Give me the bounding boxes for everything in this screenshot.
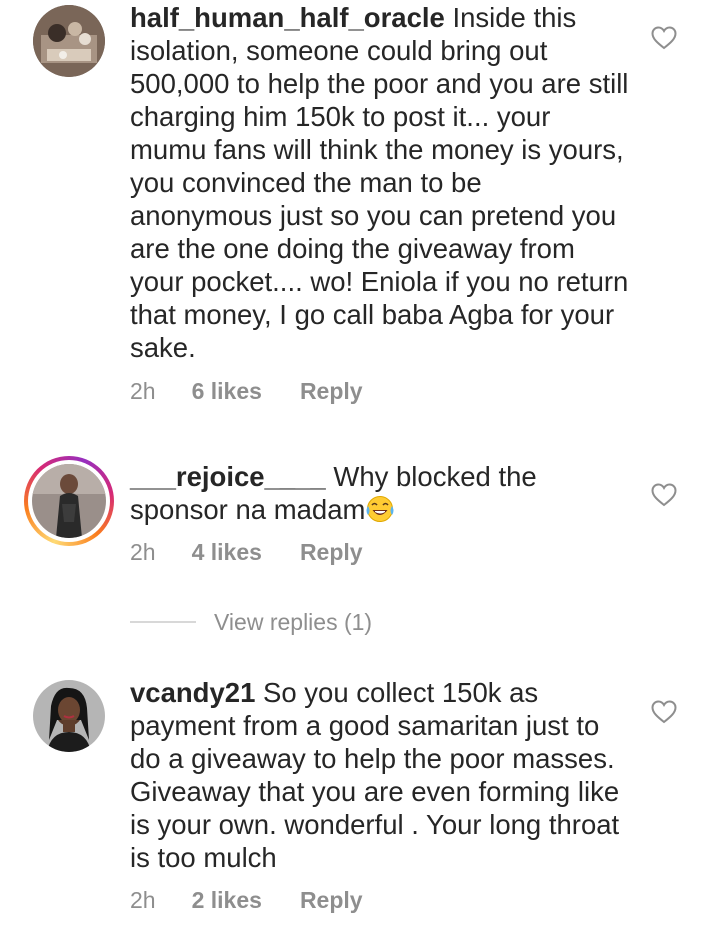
reply-button[interactable]: Reply xyxy=(300,378,363,405)
comment-likes[interactable]: 2 likes xyxy=(192,887,262,914)
avatar[interactable] xyxy=(33,680,105,752)
view-replies-button[interactable]: View replies (1) xyxy=(130,607,372,637)
comment-text: vcandy21 So you collect 150k as payment … xyxy=(130,676,630,874)
comment-username[interactable]: vcandy21 xyxy=(130,677,255,708)
comment-meta: 2h 2 likes Reply xyxy=(130,887,363,914)
heart-outline-icon[interactable] xyxy=(651,700,677,724)
avatar-image xyxy=(33,5,105,77)
comment-time: 2h xyxy=(130,378,156,404)
view-replies-label: View replies (1) xyxy=(214,608,373,635)
avatar xyxy=(32,464,106,538)
comment-likes[interactable]: 6 likes xyxy=(192,378,262,405)
comment-1: half_human_half_oracle Inside this isola… xyxy=(0,0,720,420)
comment-meta: 2h 6 likes Reply xyxy=(130,378,363,405)
comment-username[interactable]: half_human_half_oracle xyxy=(130,2,445,33)
reply-button[interactable]: Reply xyxy=(300,539,363,566)
avatar-image xyxy=(33,680,105,752)
avatar-image xyxy=(32,464,106,538)
heart-outline-icon[interactable] xyxy=(651,26,677,50)
comment-meta: 2h 4 likes Reply xyxy=(130,539,363,566)
comment-username[interactable]: ___rejoice____ xyxy=(130,461,326,492)
comment-text: half_human_half_oracle Inside this isola… xyxy=(130,1,630,364)
comment-3: vcandy21 So you collect 150k as payment … xyxy=(0,660,720,926)
comment-body: Inside this isolation, someone could bri… xyxy=(130,2,629,363)
comment-time: 2h xyxy=(130,887,156,913)
comment-text: ___rejoice____ Why blocked the sponsor n… xyxy=(130,460,630,526)
heart-outline-icon[interactable] xyxy=(651,483,677,507)
reply-button[interactable]: Reply xyxy=(300,887,363,914)
laughing-tears-emoji xyxy=(366,496,394,522)
view-replies-divider xyxy=(130,621,196,623)
comment-time: 2h xyxy=(130,539,156,565)
comment-likes[interactable]: 4 likes xyxy=(192,539,262,566)
avatar[interactable] xyxy=(33,5,105,77)
story-ring[interactable] xyxy=(24,456,114,546)
